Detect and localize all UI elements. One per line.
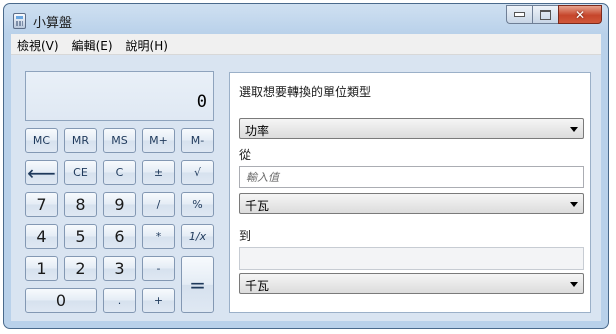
to-unit-select[interactable]: 千瓦: [239, 273, 584, 294]
clear-entry-button[interactable]: CE: [64, 160, 97, 185]
reciprocal-button[interactable]: 1/x: [181, 224, 214, 249]
unit-type-heading: 選取想要轉換的單位類型: [239, 85, 372, 99]
calculator-body: 0 MC MR MS M+ M- ⟵ CE C ± √ 7 8 9 / % 4 …: [11, 55, 601, 321]
digit-8-button[interactable]: 8: [64, 192, 97, 217]
digit-4-button[interactable]: 4: [25, 224, 58, 249]
caption-buttons: ✕: [506, 5, 602, 24]
title-bar[interactable]: 小算盤 ✕: [4, 4, 608, 34]
unit-conversion-panel: 選取想要轉換的單位類型 功率 從 千瓦 到 千瓦: [229, 72, 591, 313]
window-title: 小算盤: [33, 16, 73, 31]
menu-edit[interactable]: 編輯(E): [66, 34, 120, 54]
multiply-button[interactable]: *: [142, 224, 175, 249]
result-field: [239, 247, 584, 270]
from-unit-value: 千瓦: [245, 199, 270, 213]
unit-type-value: 功率: [245, 124, 270, 138]
dropdown-arrow-icon: [570, 202, 578, 207]
display-value: 0: [196, 92, 207, 112]
dropdown-arrow-icon: [570, 282, 578, 287]
digit-3-button[interactable]: 3: [103, 256, 136, 281]
menu-help[interactable]: 說明(H): [120, 34, 175, 54]
menu-bar: 檢視(V) 編輯(E) 說明(H): [11, 34, 601, 55]
close-icon: ✕: [574, 7, 586, 22]
maximize-icon: [540, 9, 551, 20]
calculator-window: 小算盤 ✕ 檢視(V) 編輯(E) 說明(H) 0 MC MR MS M+ M-…: [3, 3, 609, 329]
digit-1-button[interactable]: 1: [25, 256, 58, 281]
minimize-icon: [514, 12, 525, 17]
memory-store-button[interactable]: MS: [103, 128, 136, 153]
menu-view[interactable]: 檢視(V): [11, 34, 66, 54]
digit-2-button[interactable]: 2: [64, 256, 97, 281]
calculator-display: 0: [25, 71, 214, 121]
clear-button[interactable]: C: [103, 160, 136, 185]
memory-add-button[interactable]: M+: [142, 128, 175, 153]
to-label: 到: [239, 229, 252, 243]
digit-5-button[interactable]: 5: [64, 224, 97, 249]
equals-button[interactable]: =: [181, 256, 214, 313]
unit-type-select[interactable]: 功率: [239, 118, 584, 139]
square-root-button[interactable]: √: [181, 160, 214, 185]
from-value-field[interactable]: [239, 166, 584, 188]
digit-9-button[interactable]: 9: [103, 192, 136, 217]
from-label: 從: [239, 148, 252, 162]
minimize-button[interactable]: [506, 5, 532, 24]
memory-subtract-button[interactable]: M-: [181, 128, 214, 153]
backspace-button[interactable]: ⟵: [25, 160, 58, 185]
from-value-input[interactable]: [246, 168, 576, 186]
digit-0-button[interactable]: 0: [25, 288, 97, 313]
calculator-app-icon[interactable]: [13, 13, 26, 29]
memory-clear-button[interactable]: MC: [25, 128, 58, 153]
divide-button[interactable]: /: [142, 192, 175, 217]
memory-recall-button[interactable]: MR: [64, 128, 97, 153]
digit-7-button[interactable]: 7: [25, 192, 58, 217]
to-unit-value: 千瓦: [245, 279, 270, 293]
dropdown-arrow-icon: [570, 127, 578, 132]
maximize-button[interactable]: [532, 5, 558, 24]
digit-6-button[interactable]: 6: [103, 224, 136, 249]
add-button[interactable]: +: [142, 288, 175, 313]
close-button[interactable]: ✕: [558, 5, 602, 24]
percent-button[interactable]: %: [181, 192, 214, 217]
subtract-button[interactable]: -: [142, 256, 175, 281]
decimal-button[interactable]: .: [103, 288, 136, 313]
negate-button[interactable]: ±: [142, 160, 175, 185]
from-unit-select[interactable]: 千瓦: [239, 193, 584, 214]
